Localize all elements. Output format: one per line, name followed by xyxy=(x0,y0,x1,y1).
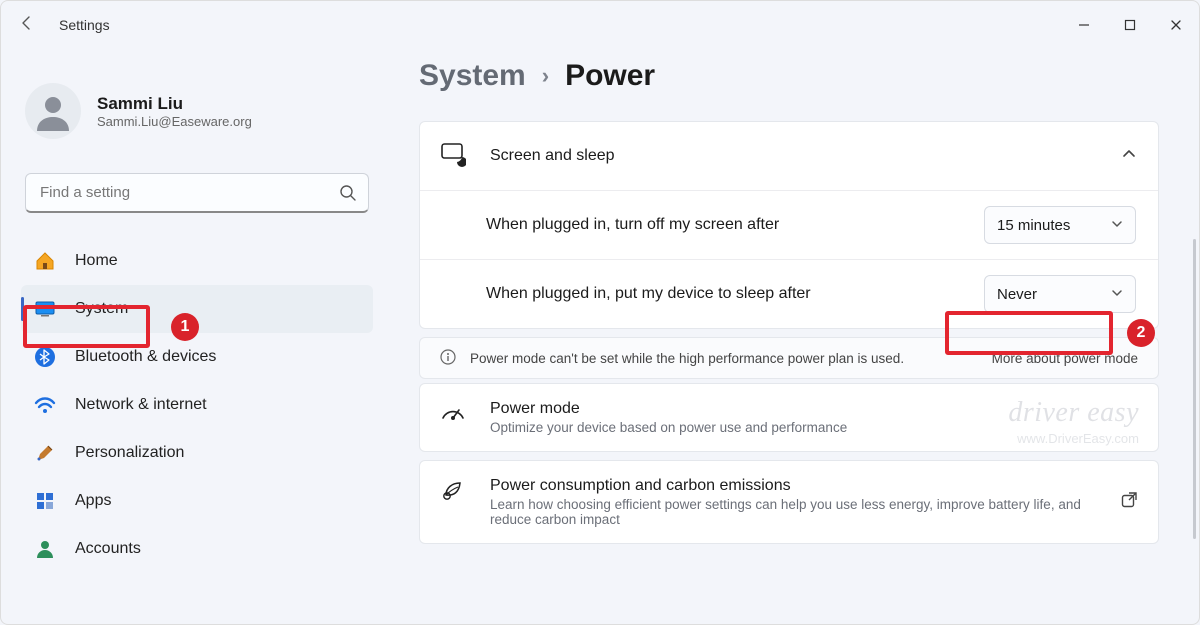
open-external-icon[interactable] xyxy=(1120,491,1138,514)
close-button[interactable] xyxy=(1153,9,1199,41)
carbon-card[interactable]: Power consumption and carbon emissions L… xyxy=(419,460,1159,544)
chevron-right-icon: › xyxy=(542,63,549,89)
card-subtitle: Learn how choosing efficient power setti… xyxy=(490,497,1096,527)
row-label: When plugged in, turn off my screen afte… xyxy=(486,216,964,234)
sidebar-item-apps[interactable]: Apps xyxy=(21,477,373,525)
search-box[interactable] xyxy=(25,173,369,213)
account-block[interactable]: Sammi Liu Sammi.Liu@Easeware.org xyxy=(21,49,373,173)
sidebar-item-bluetooth[interactable]: Bluetooth & devices xyxy=(21,333,373,381)
screen-and-sleep-card: Screen and sleep When plugged in, turn o… xyxy=(419,121,1159,329)
annotation-bubble-1: 1 xyxy=(171,313,199,341)
chevron-up-icon xyxy=(1122,147,1136,166)
sleep-select[interactable]: Never xyxy=(984,275,1136,313)
nav-label: Personalization xyxy=(75,444,184,462)
select-value: Never xyxy=(997,286,1037,303)
window-controls xyxy=(1061,9,1199,41)
sidebar-item-home[interactable]: Home xyxy=(21,237,373,285)
breadcrumb: System › Power xyxy=(419,49,1159,121)
card-title: Power mode xyxy=(490,400,847,418)
sidebar-item-accounts[interactable]: Accounts xyxy=(21,525,373,573)
sidebar: Sammi Liu Sammi.Liu@Easeware.org Home Sy… xyxy=(1,49,393,624)
back-button[interactable] xyxy=(7,15,47,36)
breadcrumb-current: Power xyxy=(565,59,655,93)
screen-off-select[interactable]: 15 minutes xyxy=(984,206,1136,244)
power-mode-info-strip: Power mode can't be set while the high p… xyxy=(419,337,1159,379)
content-area: System › Power Screen and sleep When plu… xyxy=(393,49,1199,624)
nav-label: Bluetooth & devices xyxy=(75,348,216,366)
select-value: 15 minutes xyxy=(997,217,1070,234)
scrollbar[interactable] xyxy=(1193,239,1196,539)
search-input[interactable] xyxy=(25,173,369,213)
nav-label: Home xyxy=(75,252,118,270)
power-mode-icon xyxy=(440,400,466,431)
nav-label: System xyxy=(75,300,128,318)
screen-sleep-header[interactable]: Screen and sleep xyxy=(420,122,1158,190)
screen-sleep-icon xyxy=(440,141,466,172)
home-icon xyxy=(33,249,57,273)
personalization-icon xyxy=(33,441,57,465)
sleep-row: When plugged in, put my device to sleep … xyxy=(420,260,1158,328)
user-name: Sammi Liu xyxy=(97,94,252,114)
annotation-bubble-2: 2 xyxy=(1127,319,1155,347)
system-icon xyxy=(33,297,57,321)
maximize-button[interactable] xyxy=(1107,9,1153,41)
sidebar-item-network[interactable]: Network & internet xyxy=(21,381,373,429)
sidebar-item-personalization[interactable]: Personalization xyxy=(21,429,373,477)
chevron-down-icon xyxy=(1111,287,1123,302)
titlebar: Settings xyxy=(1,1,1199,49)
info-icon xyxy=(440,349,456,368)
leaf-icon xyxy=(440,477,466,508)
user-email: Sammi.Liu@Easeware.org xyxy=(97,114,252,129)
search-icon xyxy=(339,184,357,207)
card-subtitle: Optimize your device based on power use … xyxy=(490,420,847,435)
info-text: Power mode can't be set while the high p… xyxy=(470,351,904,366)
more-about-power-mode-link[interactable]: More about power mode xyxy=(992,351,1138,366)
app-title: Settings xyxy=(59,17,110,33)
bluetooth-icon xyxy=(33,345,57,369)
row-label: When plugged in, put my device to sleep … xyxy=(486,285,964,303)
avatar xyxy=(25,83,81,139)
network-icon xyxy=(33,393,57,417)
card-title: Power consumption and carbon emissions xyxy=(490,477,1096,495)
minimize-button[interactable] xyxy=(1061,9,1107,41)
nav-label: Apps xyxy=(75,492,111,510)
nav-label: Accounts xyxy=(75,540,141,558)
nav-label: Network & internet xyxy=(75,396,207,414)
screen-off-row: When plugged in, turn off my screen afte… xyxy=(420,191,1158,259)
chevron-down-icon xyxy=(1111,218,1123,233)
section-title: Screen and sleep xyxy=(490,147,615,165)
nav-list: Home System Bluetooth & devices Network … xyxy=(21,237,373,573)
breadcrumb-parent[interactable]: System xyxy=(419,59,526,93)
accounts-icon xyxy=(33,537,57,561)
power-mode-card[interactable]: Power mode Optimize your device based on… xyxy=(419,383,1159,452)
apps-icon xyxy=(33,489,57,513)
